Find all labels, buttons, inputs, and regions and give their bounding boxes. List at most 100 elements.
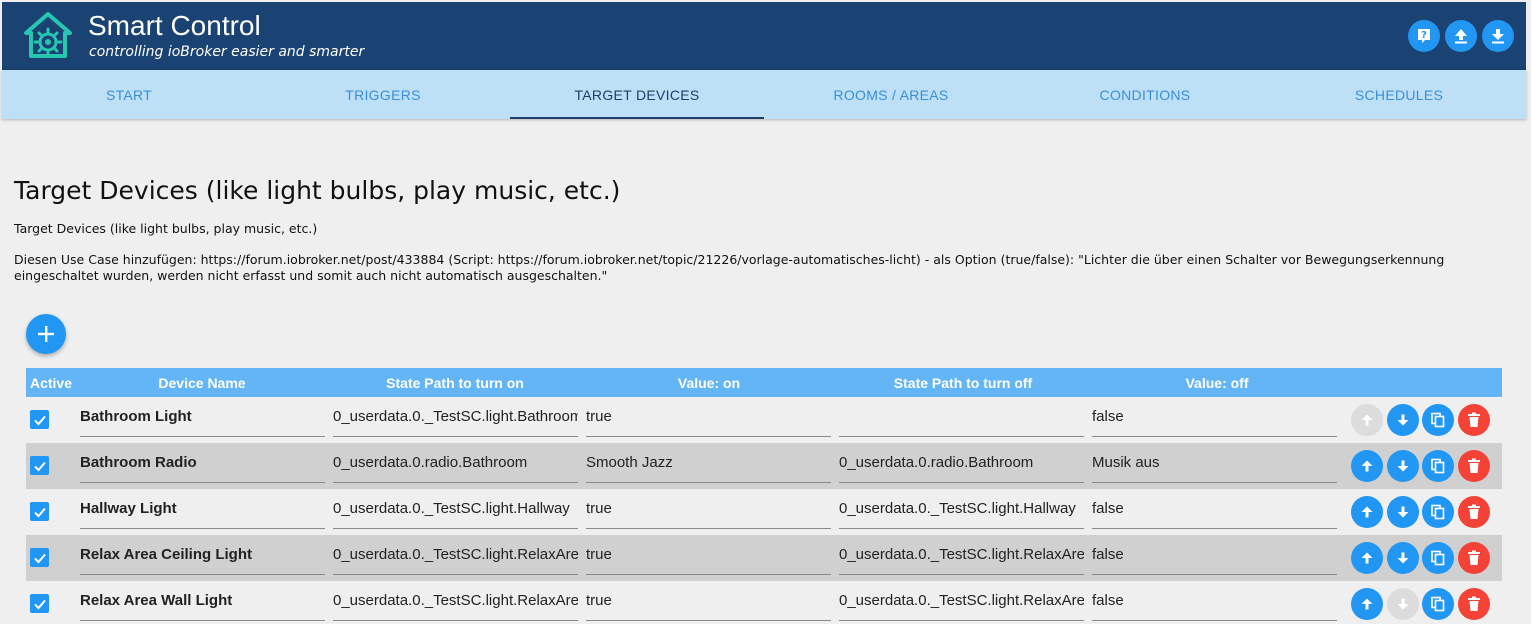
on-value-field[interactable]: true <box>586 581 831 621</box>
plus-icon <box>38 326 54 342</box>
add-device-button[interactable] <box>26 314 66 354</box>
copy-icon <box>1431 596 1445 612</box>
app-header: Smart Control controlling ioBroker easie… <box>2 2 1526 70</box>
table-row: Bathroom Radio 0_userdata.0.radio.Bathroo… <box>26 443 1502 489</box>
header-off-state: State Path to turn off <box>893 374 1033 391</box>
tab-triggers[interactable]: Triggers <box>256 70 510 119</box>
on-value-field[interactable]: true <box>586 489 831 529</box>
on-value-field[interactable]: Smooth Jazz <box>586 443 831 483</box>
on-state-path-field[interactable]: 0_userdata.0.radio.Bathroom <box>333 443 578 483</box>
off-state-path-field[interactable]: 0_userdata.0._TestSC.light.RelaxArea <box>839 535 1084 575</box>
on-state-path-field[interactable]: 0_userdata.0._TestSC.light.Bathroom <box>333 397 578 437</box>
move-down-button[interactable] <box>1387 542 1419 574</box>
move-up-button[interactable] <box>1351 404 1383 436</box>
move-up-button[interactable] <box>1351 542 1383 574</box>
app-subtitle: controlling ioBroker easier and smarter <box>89 44 365 60</box>
tab-rooms-areas[interactable]: Rooms / Areas <box>764 70 1018 119</box>
device-name-field[interactable]: Relax Area Ceiling Light <box>80 535 325 575</box>
device-name-field[interactable]: Relax Area Wall Light <box>80 581 325 621</box>
move-up-button[interactable] <box>1351 450 1383 482</box>
duplicate-button[interactable] <box>1422 588 1454 620</box>
tab-target-devices[interactable]: Target Devices <box>510 70 764 119</box>
page-note: Diesen Use Case hinzufügen: https://foru… <box>14 252 1445 283</box>
page-title: Target Devices (like light bulbs, play m… <box>14 176 621 205</box>
on-state-path-field[interactable]: 0_userdata.0._TestSC.light.RelaxArea <box>333 535 578 575</box>
arrow-up-icon <box>1361 506 1373 518</box>
check-icon <box>33 461 46 471</box>
active-checkbox[interactable] <box>30 456 49 475</box>
trash-icon <box>1468 504 1480 519</box>
upload-button[interactable] <box>1445 20 1477 52</box>
header-on-value: Value: on <box>677 374 741 391</box>
active-tab-indicator <box>510 117 764 119</box>
delete-button[interactable] <box>1458 450 1490 482</box>
move-down-button[interactable] <box>1387 404 1419 436</box>
svg-text:?: ? <box>1421 30 1427 41</box>
off-value-field[interactable]: Musik aus <box>1092 443 1337 483</box>
device-name-field[interactable]: Bathroom Light <box>80 397 325 437</box>
move-up-button[interactable] <box>1351 496 1383 528</box>
duplicate-button[interactable] <box>1422 404 1454 436</box>
off-state-path-field[interactable]: 0_userdata.0._TestSC.light.Hallway <box>839 489 1084 529</box>
arrow-down-icon <box>1397 414 1409 426</box>
active-checkbox[interactable] <box>30 548 49 567</box>
off-state-path-field[interactable]: 0_userdata.0.radio.Bathroom <box>839 443 1084 483</box>
help-button[interactable]: ? <box>1408 20 1440 52</box>
move-down-button[interactable] <box>1387 588 1419 620</box>
check-icon <box>33 415 46 425</box>
tab-schedules[interactable]: Schedules <box>1272 70 1526 119</box>
tab-conditions[interactable]: Conditions <box>1018 70 1272 119</box>
download-button[interactable] <box>1482 20 1514 52</box>
off-value-field[interactable]: false <box>1092 535 1337 575</box>
move-down-button[interactable] <box>1387 450 1419 482</box>
trash-icon <box>1468 596 1480 611</box>
header-off-value: Value: off <box>1185 374 1249 391</box>
off-value-field[interactable]: false <box>1092 489 1337 529</box>
check-icon <box>33 599 46 609</box>
duplicate-button[interactable] <box>1422 450 1454 482</box>
active-checkbox[interactable] <box>30 410 49 429</box>
header-active: Active <box>29 374 73 391</box>
table-header: Active Device Name State Path to turn on… <box>26 368 1502 397</box>
download-icon <box>1492 29 1504 44</box>
active-checkbox[interactable] <box>30 594 49 613</box>
delete-button[interactable] <box>1458 496 1490 528</box>
arrow-down-icon <box>1397 598 1409 610</box>
off-state-path-field[interactable] <box>839 397 1084 437</box>
off-value-field[interactable]: false <box>1092 581 1337 621</box>
on-value-field[interactable]: true <box>586 397 831 437</box>
arrow-down-icon <box>1397 460 1409 472</box>
duplicate-button[interactable] <box>1422 496 1454 528</box>
active-checkbox[interactable] <box>30 502 49 521</box>
header-on-state: State Path to turn on <box>386 374 524 391</box>
on-state-path-field[interactable]: 0_userdata.0._TestSC.light.RelaxArea <box>333 581 578 621</box>
arrow-up-icon <box>1361 460 1373 472</box>
off-value-field[interactable]: false <box>1092 397 1337 437</box>
arrow-down-icon <box>1397 552 1409 564</box>
copy-icon <box>1431 504 1445 520</box>
arrow-up-icon <box>1361 598 1373 610</box>
app-title: Smart Control <box>88 10 261 41</box>
check-icon <box>33 553 46 563</box>
delete-button[interactable] <box>1458 542 1490 574</box>
help-icon: ? <box>1418 29 1430 43</box>
on-value-field[interactable]: true <box>586 535 831 575</box>
trash-icon <box>1468 412 1480 427</box>
device-name-field[interactable]: Hallway Light <box>80 489 325 529</box>
move-down-button[interactable] <box>1387 496 1419 528</box>
delete-button[interactable] <box>1458 404 1490 436</box>
tab-start[interactable]: Start <box>2 70 256 119</box>
arrow-up-icon <box>1361 552 1373 564</box>
table-row: Hallway Light 0_userdata.0._TestSC.light.… <box>26 489 1502 535</box>
trash-icon <box>1468 458 1480 473</box>
on-state-path-field[interactable]: 0_userdata.0._TestSC.light.Hallway <box>333 489 578 529</box>
tab-bar: Start Triggers Target Devices Rooms / Ar… <box>2 70 1526 119</box>
arrow-up-icon <box>1361 414 1373 426</box>
move-up-button[interactable] <box>1351 588 1383 620</box>
duplicate-button[interactable] <box>1422 542 1454 574</box>
table-row: Relax Area Wall Light 0_userdata.0._TestS… <box>26 581 1502 624</box>
arrow-down-icon <box>1397 506 1409 518</box>
delete-button[interactable] <box>1458 588 1490 620</box>
off-state-path-field[interactable]: 0_userdata.0._TestSC.light.RelaxArea <box>839 581 1084 621</box>
device-name-field[interactable]: Bathroom Radio <box>80 443 325 483</box>
